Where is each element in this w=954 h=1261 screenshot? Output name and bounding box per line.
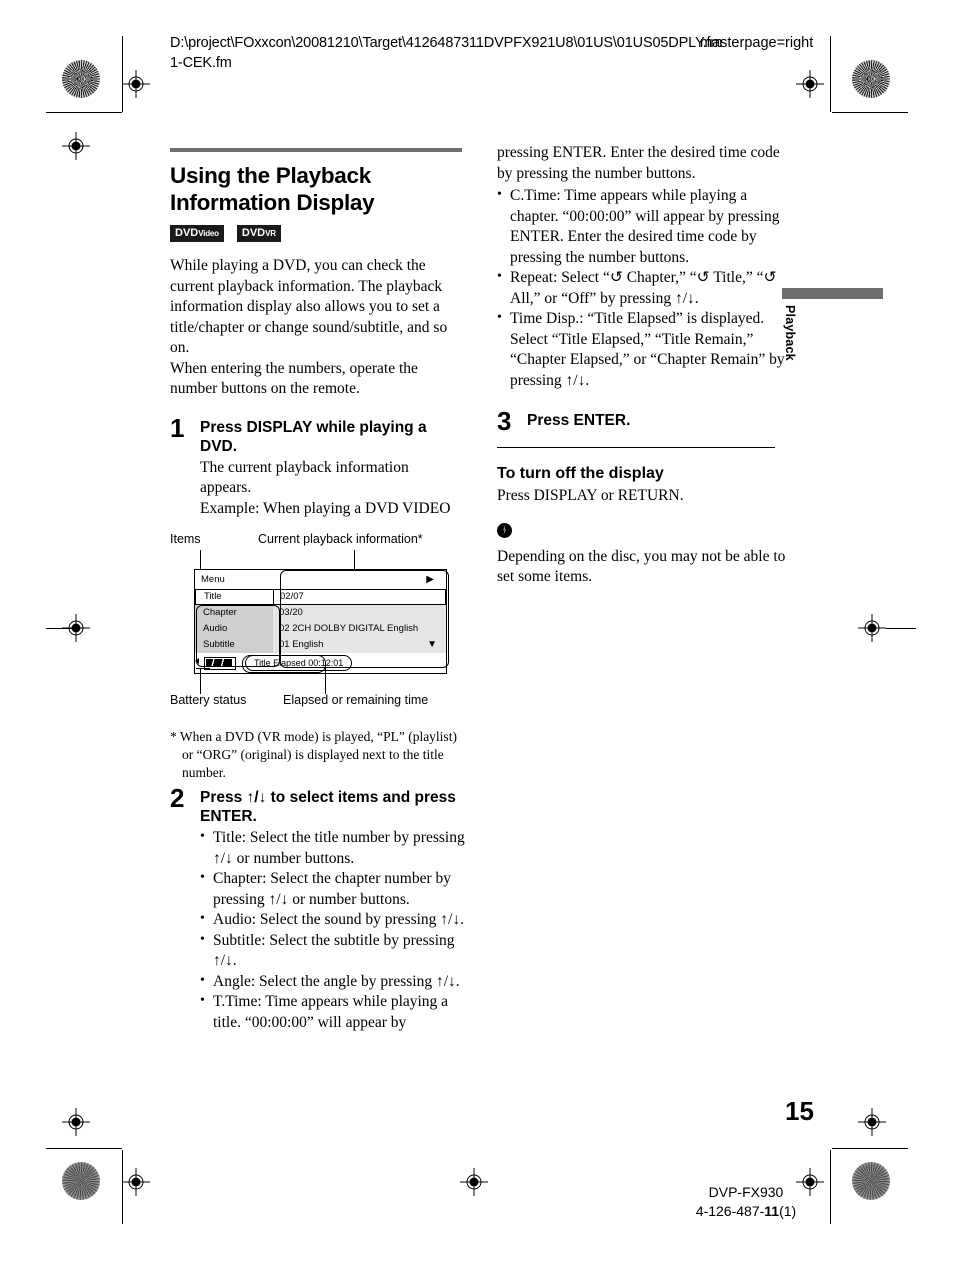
figure-label-battery: Battery status	[170, 693, 247, 707]
badge-dvd-vr-main: DVD	[241, 226, 266, 239]
footer-code-prefix: 4-126-487-	[695, 1203, 765, 1219]
left-column: Using the Playback Information Display D…	[170, 148, 462, 519]
crop-target-mid-left	[62, 132, 90, 160]
footer-code-suffix: (1)	[779, 1203, 797, 1219]
right-bullets: C.Time: Time appears while playing a cha…	[497, 185, 793, 391]
footer-document-code: 4-126-487-11(1)	[656, 1202, 836, 1221]
figure-label-items: Items	[170, 532, 201, 546]
step-2-bullet-ttime: T.Time: Time appears while playing a tit…	[200, 991, 470, 1033]
step-3-heading: Press ENTER.	[527, 412, 631, 429]
trim-line-left-vertical	[122, 36, 123, 112]
leader-line-info-vertical	[354, 550, 356, 570]
intro-paragraph-2: When entering the numbers, operate the n…	[170, 359, 418, 398]
step-3-number: 3	[497, 406, 512, 436]
side-tab-label: Playback	[783, 305, 797, 361]
right-continued-text: pressing ENTER. Enter the desired time c…	[497, 144, 780, 182]
proof-masterpage-overlay: masterpage=right	[700, 35, 814, 51]
page-number: 15	[785, 1096, 814, 1126]
turn-off-heading: To turn off the display	[497, 465, 664, 482]
badge-dvd-video-sub: Video	[198, 228, 219, 238]
figure-label-time: Elapsed or remaining time	[283, 693, 429, 707]
step-2-number: 2	[170, 783, 185, 813]
step-1-heading: Press DISPLAY while playing a DVD.	[200, 418, 427, 455]
crop-target-top-right	[796, 70, 824, 98]
footer-model: DVP-FX930	[708, 1184, 784, 1200]
proof-filepath-line1: D:\project\FOxxcon\20081210\Target\41264…	[170, 35, 723, 51]
trim-line-top-right-horizontal	[832, 112, 908, 113]
badge-dvd-video-main: DVD	[175, 226, 199, 239]
right-bullet-timedisp: Time Disp.: “Title Elapsed” is displayed…	[497, 308, 793, 391]
registration-starburst-bottom-left	[62, 1162, 100, 1200]
right-bullet-repeat: Repeat: Select “↺ Chapter,” “↺ Title,” “…	[497, 267, 793, 309]
right-bullet-ctime: C.Time: Time appears while playing a cha…	[497, 185, 793, 268]
turn-off-text: Press DISPLAY or RETURN.	[497, 487, 684, 504]
osd-menu-label: Menu	[201, 574, 225, 585]
section-divider	[497, 447, 775, 448]
step-2-bullet-subtitle: Subtitle: Select the subtitle by pressin…	[200, 930, 470, 972]
crop-target-bottom-left	[62, 1108, 90, 1136]
trim-line-mid-right	[886, 628, 916, 629]
trim-line-mid-left	[46, 628, 76, 629]
step-3: 3 Press ENTER.	[497, 406, 793, 436]
callout-bracket-time	[242, 655, 326, 673]
step-1: 1 Press DISPLAY while playing a DVD. The…	[170, 412, 462, 520]
step-2-heading: Press ↑/↓ to select items and press ENTE…	[200, 789, 456, 825]
trim-line-bottom-right-horizontal	[832, 1148, 908, 1149]
step-2-bullets: Title: Select the title number by pressi…	[200, 827, 470, 1033]
intro-paragraph-1: While playing a DVD, you can check the c…	[170, 257, 448, 356]
disc-format-badges: DVDVideo DVDVR	[170, 224, 462, 242]
right-column: pressing ENTER. Enter the desired time c…	[497, 143, 793, 588]
side-tab-bar	[782, 288, 883, 299]
note-icon	[497, 522, 512, 538]
trim-line-bottom-left-horizontal	[46, 1148, 122, 1149]
step-2: 2 Press ↑/↓ to select items and press EN…	[170, 783, 470, 1033]
step-1-number: 1	[170, 412, 185, 443]
trim-line-bottom-left-vertical	[122, 1150, 123, 1224]
crop-target-mid2-right	[858, 614, 886, 642]
crop-target-bottom-left-2	[122, 1168, 150, 1196]
figure-label-current-info: Current playback information*	[258, 532, 423, 546]
title-rule	[170, 148, 462, 152]
manual-page: D:\project\FOxxcon\20081210\Target\41264…	[0, 0, 954, 1261]
badge-dvd-vr: DVDVR	[236, 224, 281, 242]
registration-starburst-top-left	[62, 60, 100, 98]
step-2-bullet-angle: Angle: Select the angle by pressing ↑/↓.	[200, 971, 470, 993]
figure-footnote: * When a DVD (VR mode) is played, “PL” (…	[170, 728, 470, 782]
step-2-container: 2 Press ↑/↓ to select items and press EN…	[170, 783, 470, 1033]
leader-line-battery	[200, 668, 202, 694]
note-text: Depending on the disc, you may not be ab…	[497, 547, 786, 586]
osd-item-label-title: Title	[195, 589, 273, 605]
badge-dvd-video: DVDVideo	[170, 224, 224, 242]
step-2-bullet-chapter: Chapter: Select the chapter number by pr…	[200, 868, 470, 910]
crop-target-bottom-center	[460, 1168, 488, 1196]
step-2-bullet-title: Title: Select the title number by pressi…	[200, 827, 470, 869]
leader-line-battery-horizontal	[196, 668, 210, 670]
step-2-bullet-audio: Audio: Select the sound by pressing ↑/↓.	[200, 909, 470, 931]
leader-line-time	[325, 666, 327, 694]
page-title: Using the Playback Information Display	[170, 163, 375, 215]
crop-target-top-left	[122, 70, 150, 98]
figure-footnote-text: * When a DVD (VR mode) is played, “PL” (…	[170, 729, 457, 780]
footer-code-revision: 11	[764, 1203, 780, 1219]
step-1-text-1: The current playback information appears…	[200, 458, 409, 497]
callout-bracket-info	[280, 570, 449, 668]
step-1-text-2: Example: When playing a DVD VIDEO	[200, 499, 451, 517]
proof-filepath-line2: 1-CEK.fm	[170, 55, 232, 71]
registration-starburst-bottom-right	[852, 1162, 890, 1200]
trim-line-top-left-horizontal	[46, 112, 122, 113]
crop-target-bottom-right	[858, 1108, 886, 1136]
badge-dvd-vr-sub: VR	[265, 228, 276, 238]
